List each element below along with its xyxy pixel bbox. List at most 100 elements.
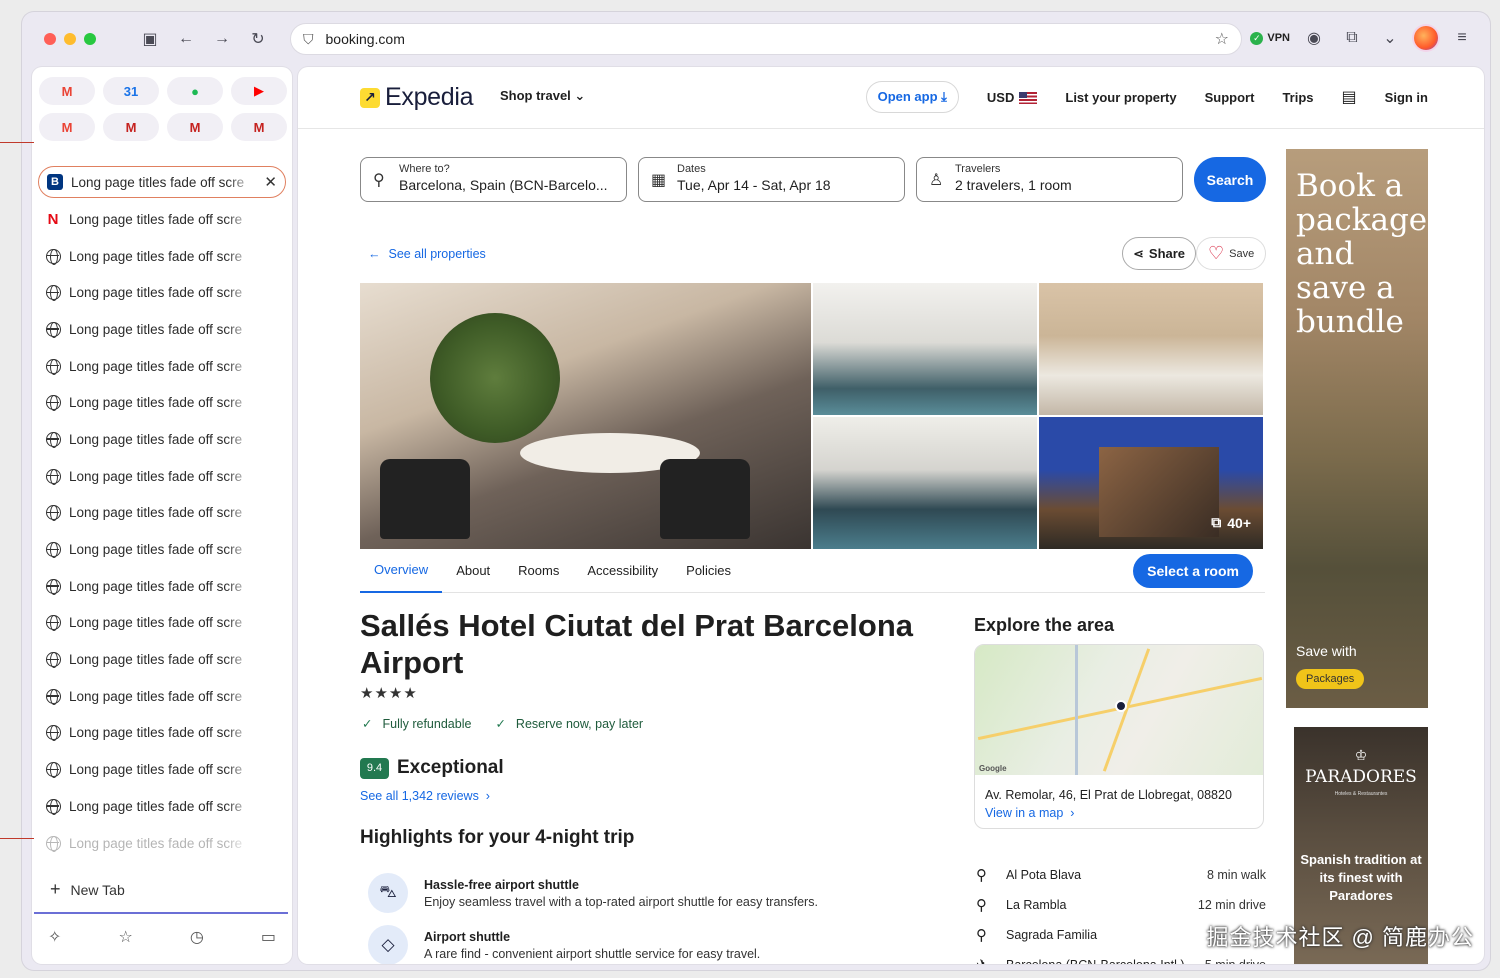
currency-selector[interactable]: USD <box>986 89 1038 105</box>
sidebar-tab[interactable]: Long page titles fade off scre <box>32 311 292 348</box>
logo-text: Expedia <box>385 83 474 111</box>
person-icon: ♙ <box>929 172 944 189</box>
pinned-tab[interactable]: ▶ <box>231 77 287 105</box>
sidebar-tab[interactable]: Long page titles fade off scre <box>32 531 292 568</box>
tab-overview[interactable]: Overview <box>360 549 443 593</box>
sidebar-tab[interactable]: Long page titles fade off scre <box>32 384 292 421</box>
hotel-photo-atrium[interactable] <box>813 417 1037 549</box>
header-nav: Open app ⤓ USD List your property Suppor… <box>865 81 1428 113</box>
list-property-link[interactable]: List your property <box>1065 90 1176 105</box>
package-ad-headline: Book a package and save a bundle <box>1296 168 1428 340</box>
more-photos-button[interactable]: ⧉ 40+ <box>1211 514 1251 531</box>
hotel-photo-exterior[interactable]: ⧉ 40+ <box>1039 417 1263 549</box>
pinned-tab[interactable]: M <box>167 113 223 141</box>
messages-icon[interactable]: ▤ <box>1342 87 1357 107</box>
sidebar-tab[interactable]: Long page titles fade off scre <box>32 421 292 458</box>
sidebar-tab[interactable]: Long page titles fade off scre <box>32 605 292 642</box>
pinned-tab[interactable]: M <box>39 113 95 141</box>
vpn-button[interactable]: ✓ VPN <box>1250 31 1290 45</box>
firefox-profile-icon[interactable] <box>1414 26 1438 50</box>
hotel-photo-restaurant[interactable] <box>360 283 811 549</box>
dates-field[interactable]: ▦ Dates Tue, Apr 14 - Sat, Apr 18 <box>638 157 905 202</box>
see-all-reviews-link[interactable]: See all 1,342 reviews › <box>360 789 490 803</box>
explore-area-title: Explore the area <box>974 615 1115 635</box>
pinned-tab[interactable]: 31 <box>103 77 159 105</box>
sidebar-tab[interactable]: Long page titles fade off scre <box>32 825 292 862</box>
highlight-desc: A rare find - convenient airport shuttle… <box>424 947 761 961</box>
currency-label: USD <box>986 89 1015 105</box>
sidebar-tab[interactable]: Long page titles fade off scre <box>32 495 292 532</box>
pinned-tab[interactable]: M <box>103 113 159 141</box>
shield-icon[interactable]: ⛉ <box>303 31 314 48</box>
open-app-button[interactable]: Open app ⤓ <box>865 81 959 113</box>
hotel-photo-lounge[interactable] <box>1039 283 1263 415</box>
new-tab-button[interactable]: + New Tab <box>50 879 125 900</box>
tab-about[interactable]: About <box>442 549 504 593</box>
share-button[interactable]: ⋖ Share <box>1122 237 1197 270</box>
pinned-tab[interactable]: M <box>39 77 95 105</box>
pinned-tabs: M 31 ● ▶ M M M M <box>32 67 292 141</box>
select-room-button[interactable]: Select a room <box>1133 554 1253 588</box>
sidebar-tab[interactable]: Long page titles fade off scre <box>32 238 292 275</box>
globe-icon <box>45 285 61 302</box>
chevron-down-icon[interactable]: ⌄ <box>1376 24 1404 52</box>
bookmark-star-icon[interactable]: ☆ <box>1215 29 1229 49</box>
support-link[interactable]: Support <box>1205 90 1255 105</box>
sidebar-toggle-icon[interactable]: ▣ <box>136 25 164 53</box>
close-window-button[interactable] <box>44 33 56 45</box>
sidebar-tab[interactable]: Long page titles fade off scre <box>32 348 292 385</box>
globe-icon <box>45 248 61 265</box>
hotel-photo-lobby[interactable] <box>813 283 1037 415</box>
sidebar-tab[interactable]: Long page titles fade off scre <box>32 458 292 495</box>
tab-title: Long page titles fade off scre <box>71 174 245 190</box>
pinned-tab[interactable]: M <box>231 113 287 141</box>
hotel-location-marker[interactable] <box>1115 700 1127 712</box>
paradores-subtitle: Hoteles & Restaurantes <box>1334 791 1388 797</box>
place-name: Al Pota Blava <box>1006 868 1082 882</box>
sidebar-tab[interactable]: Long page titles fade off scre <box>32 751 292 788</box>
account-icon[interactable]: ◉ <box>1300 24 1328 52</box>
trips-link[interactable]: Trips <box>1282 90 1313 105</box>
travelers-field[interactable]: ♙ Travelers 2 travelers, 1 room <box>916 157 1183 202</box>
extensions-icon[interactable]: ⧉ <box>1338 24 1366 52</box>
sign-in-link[interactable]: Sign in <box>1385 90 1428 105</box>
pinned-tab[interactable]: ● <box>167 77 223 105</box>
shop-travel-menu[interactable]: Shop travel ⌄ <box>500 88 585 104</box>
check-icon: ✓ <box>362 717 373 731</box>
history-icon[interactable]: ◷ <box>190 927 204 947</box>
menu-icon[interactable]: ≡ <box>1448 24 1476 52</box>
view-map-link[interactable]: View in a map › <box>975 802 1263 820</box>
sidebar-tab[interactable]: Long page titles fade off scre <box>32 715 292 752</box>
ai-sparkle-icon[interactable]: ✧ <box>48 927 61 947</box>
sidebar-tab[interactable]: Long page titles fade off scre <box>32 274 292 311</box>
save-button[interactable]: ♡ Save <box>1196 237 1267 270</box>
bookmarks-icon[interactable]: ☆ <box>118 927 132 947</box>
url-bar[interactable]: ⛉ booking.com ☆ <box>290 23 1242 55</box>
maximize-window-button[interactable] <box>84 33 96 45</box>
see-all-properties-link[interactable]: ← See all properties <box>368 247 486 261</box>
sidebar-tab[interactable]: Long page titles fade off scre <box>32 678 292 715</box>
sidebar-tab[interactable]: Long page titles fade off scre <box>32 568 292 605</box>
sidebar-tab[interactable]: B Long page titles fade off scre ✕ <box>38 166 286 198</box>
back-arrow-icon[interactable]: ← <box>172 25 200 53</box>
reload-icon[interactable]: ↻ <box>244 25 272 53</box>
package-ad[interactable]: Book a package and save a bundle Save wi… <box>1286 149 1428 708</box>
destination-field[interactable]: ⚲ Where to? Barcelona, Spain (BCN-Barcel… <box>360 157 627 202</box>
area-map[interactable]: Google <box>975 645 1263 775</box>
tab-accessibility[interactable]: Accessibility <box>573 549 672 593</box>
expedia-logo[interactable]: ↗ Expedia <box>360 83 474 112</box>
forward-arrow-icon[interactable]: → <box>208 25 236 53</box>
sidebar-tab[interactable]: N Long page titles fade off scre <box>32 201 292 238</box>
search-button[interactable]: Search <box>1194 157 1266 202</box>
tab-rooms[interactable]: Rooms <box>504 549 573 593</box>
close-tab-icon[interactable]: ✕ <box>264 173 277 191</box>
sidebar-tab[interactable]: Long page titles fade off scre <box>32 641 292 678</box>
paradores-brand: PARADORES <box>1305 767 1417 787</box>
synced-tabs-icon[interactable]: ▭ <box>261 927 276 947</box>
tab-policies[interactable]: Policies <box>672 549 745 593</box>
minimize-window-button[interactable] <box>64 33 76 45</box>
map-card[interactable]: Google Av. Remolar, 46, El Prat de Llobr… <box>974 644 1264 829</box>
packages-button[interactable]: Packages <box>1296 669 1365 689</box>
sidebar-tab[interactable]: Long page titles fade off scre <box>32 788 292 825</box>
nearby-place: ⚲ La Rambla 12 min drive <box>976 890 1266 920</box>
